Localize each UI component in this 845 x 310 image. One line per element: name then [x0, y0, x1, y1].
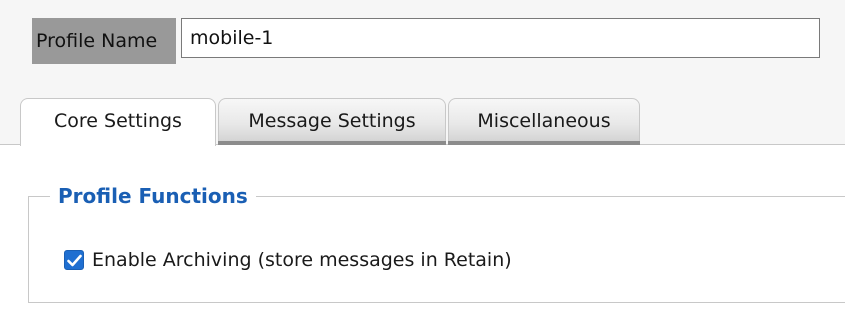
checkmark-icon	[67, 254, 82, 267]
fieldset-border-bottom	[28, 302, 845, 303]
tab-core-settings[interactable]: Core Settings	[20, 98, 216, 146]
profile-settings-panel: Profile Name Core Settings Message Setti…	[0, 0, 845, 310]
tab-core-settings-label: Core Settings	[54, 110, 182, 132]
fieldset-border-left	[28, 196, 29, 302]
enable-archiving-checkbox[interactable]	[64, 250, 84, 270]
profile-functions-legend: Profile Functions	[50, 182, 256, 210]
profile-name-label: Profile Name	[32, 18, 176, 64]
tab-content-core-settings	[0, 144, 845, 310]
tab-message-settings-label: Message Settings	[248, 110, 416, 132]
tab-miscellaneous[interactable]: Miscellaneous	[448, 98, 640, 145]
enable-archiving-label[interactable]: Enable Archiving (store messages in Reta…	[92, 246, 512, 274]
profile-name-input[interactable]	[181, 18, 820, 58]
tab-message-settings[interactable]: Message Settings	[218, 98, 446, 145]
tab-miscellaneous-label: Miscellaneous	[477, 110, 611, 132]
